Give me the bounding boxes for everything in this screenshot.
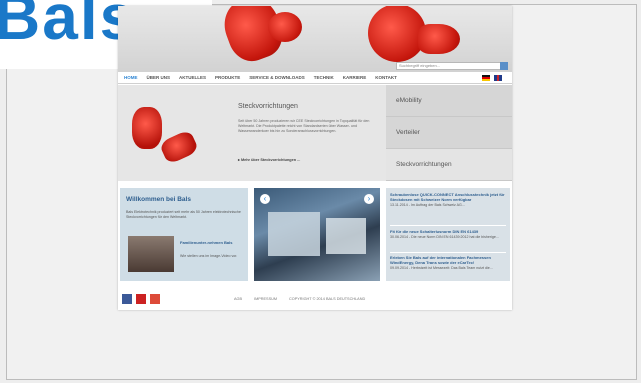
product-side-menu: eMobility Verteiler Steckvorrichtungen bbox=[386, 85, 512, 181]
footer-link-agb[interactable]: AGB bbox=[234, 297, 242, 301]
slider-next-icon[interactable]: › bbox=[364, 194, 374, 204]
website-page: Suchbegriff eingeben... HOME ÜBER UNS AK… bbox=[118, 6, 512, 310]
divider bbox=[390, 225, 506, 226]
nav-item-kontakt[interactable]: KONTAKT bbox=[375, 75, 397, 80]
red-plug-image bbox=[132, 107, 162, 149]
german-flag-icon[interactable] bbox=[482, 75, 490, 81]
footer-links: AGB IMPRESSUM COPYRIGHT © 2014 BALS DEUT… bbox=[234, 297, 377, 301]
nav-item-produkte[interactable]: PRODUKTE bbox=[215, 75, 240, 80]
footer-copyright: COPYRIGHT © 2014 BALS DEUTSCHLAND bbox=[289, 297, 366, 301]
video-thumbnail[interactable] bbox=[128, 236, 174, 272]
nav-item-ueber-uns[interactable]: ÜBER UNS bbox=[147, 75, 171, 80]
news-title[interactable]: Erleben Sie Bals auf der internationalen… bbox=[390, 255, 508, 265]
google-plus-icon[interactable] bbox=[150, 294, 160, 304]
side-item-verteiler[interactable]: Verteiler bbox=[386, 117, 512, 149]
welcome-subtitle[interactable]: Familienunter-nehmen Bals bbox=[180, 240, 240, 245]
news-title[interactable]: Schraubenlose QUICK-CONNECT Anschlusstec… bbox=[390, 192, 508, 202]
divider bbox=[390, 252, 506, 253]
hero-more-link[interactable]: ▸ Mehr über Steckvorrichtungen ... bbox=[238, 157, 300, 162]
news-text: 30.06.2014 - Die neue Norm DIN EN 61439:… bbox=[390, 235, 499, 239]
nav-item-aktuelles[interactable]: AKTUELLES bbox=[179, 75, 206, 80]
search-input[interactable]: Suchbegriff eingeben... bbox=[396, 62, 506, 70]
news-title[interactable]: Fit für die neue Schalterlusnorm DIN EN … bbox=[390, 229, 508, 234]
booth-panel bbox=[326, 218, 366, 254]
nav-item-service[interactable]: SERVICE & DOWNLOADS bbox=[249, 75, 304, 80]
nav-item-home[interactable]: HOME bbox=[124, 75, 138, 80]
nav-item-technik[interactable]: TECHNIK bbox=[314, 75, 334, 80]
red-plug-image bbox=[418, 24, 460, 54]
facebook-icon[interactable] bbox=[122, 294, 132, 304]
booth-panel bbox=[268, 212, 320, 256]
news-box: Schraubenlose QUICK-CONNECT Anschlusstec… bbox=[386, 188, 510, 281]
news-text: 09.09.2014 - Herbstzeit ist Messezeit: D… bbox=[390, 266, 493, 270]
hero-section: Steckvorrichtungen Seit über 50 Jahren p… bbox=[118, 85, 386, 181]
news-item[interactable]: Fit für die neue Schalterlusnorm DIN EN … bbox=[390, 229, 508, 240]
news-item[interactable]: Erleben Sie Bals auf der internationalen… bbox=[390, 255, 508, 271]
red-plug-image bbox=[158, 128, 200, 166]
footer-link-impressum[interactable]: IMPRESSUM bbox=[254, 297, 277, 301]
search-icon[interactable] bbox=[500, 62, 508, 70]
news-item[interactable]: Schraubenlose QUICK-CONNECT Anschlusstec… bbox=[390, 192, 508, 208]
logo-text: Bals bbox=[0, 0, 138, 53]
side-item-steckvorrichtungen[interactable]: Steckvorrichtungen bbox=[386, 149, 512, 181]
slider-prev-icon[interactable]: ‹ bbox=[260, 194, 270, 204]
header-banner: Suchbegriff eingeben... bbox=[118, 6, 512, 72]
hero-title: Steckvorrichtungen bbox=[238, 103, 298, 110]
news-text: 13.11.2014 - Im Auftrag der Bals Schweiz… bbox=[390, 203, 465, 207]
main-nav: HOME ÜBER UNS AKTUELLES PRODUKTE SERVICE… bbox=[118, 72, 512, 84]
uk-flag-icon[interactable] bbox=[494, 75, 502, 81]
image-slider[interactable]: ‹ › bbox=[254, 188, 380, 281]
welcome-box: Willkommen bei Bals Bals Elektrotechnik … bbox=[120, 188, 248, 281]
hero-text: Seit über 50 Jahren produzieren wir CEE … bbox=[238, 119, 370, 133]
side-item-emobility[interactable]: eMobility bbox=[386, 85, 512, 117]
welcome-subtext: Wie stellen uns im Image-Video vor. bbox=[180, 254, 238, 258]
youtube-icon[interactable] bbox=[136, 294, 146, 304]
red-plug-image bbox=[268, 12, 302, 42]
welcome-title: Willkommen bei Bals bbox=[126, 196, 191, 203]
nav-item-karriere[interactable]: KARRIERE bbox=[343, 75, 367, 80]
welcome-text: Bals Elektrotechnik produziert seit mehr… bbox=[126, 210, 241, 219]
